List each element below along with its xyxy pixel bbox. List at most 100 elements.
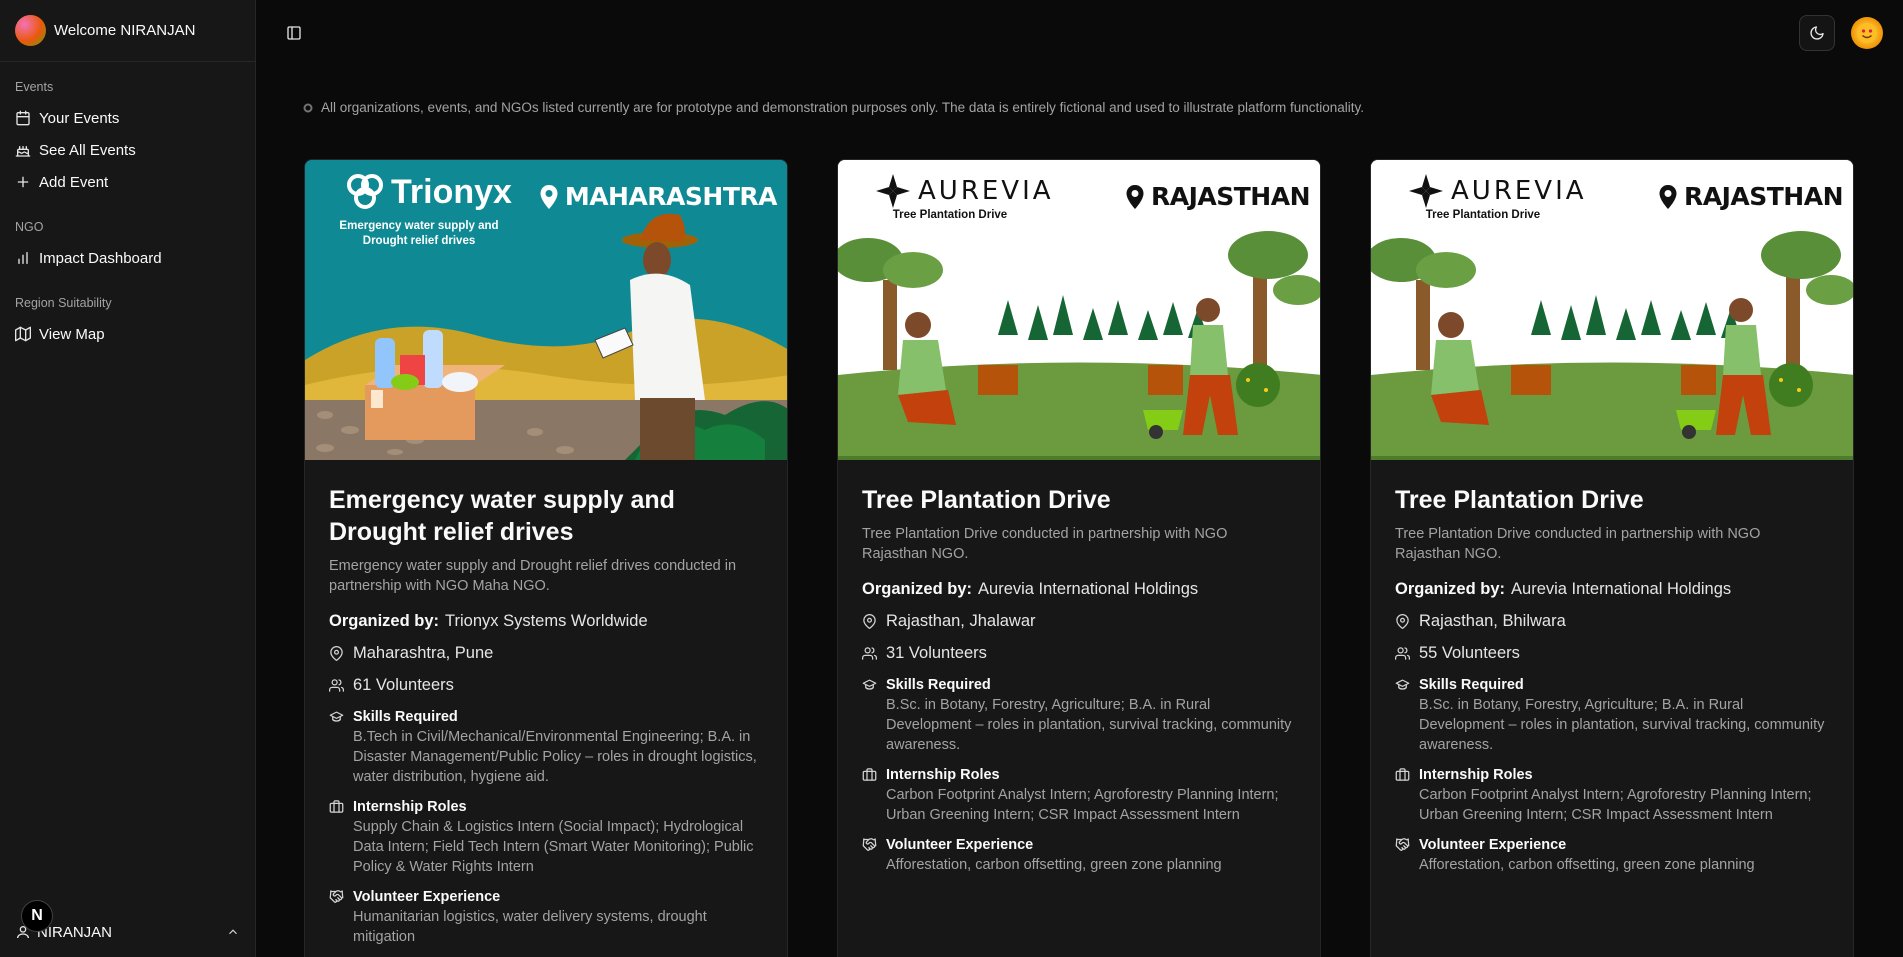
sidebar-group-label: Events bbox=[15, 80, 54, 94]
event-banner-image: AUREVIA Tree Plantation Drive RAJASTHAN bbox=[838, 160, 1320, 460]
main-content: All organizations, events, and NGOs list… bbox=[256, 0, 1903, 957]
sidebar-item-impact-dashboard[interactable]: Impact Dashboard bbox=[15, 242, 240, 274]
sidebar-group-label: NGO bbox=[15, 220, 44, 234]
experience-section: Volunteer Experience Afforestation, carbo… bbox=[862, 835, 1296, 875]
roles-text: Carbon Footprint Analyst Intern; Agrofor… bbox=[886, 787, 1279, 823]
cake-icon bbox=[15, 146, 31, 157]
sidebar-item-see-all-events[interactable]: See All Events bbox=[15, 134, 240, 166]
handshake-icon bbox=[329, 890, 344, 903]
briefcase-icon bbox=[329, 800, 344, 813]
aurevia-logo-icon bbox=[1409, 174, 1443, 208]
event-organizer: Organized by: Aurevia International Holdi… bbox=[862, 580, 1296, 599]
banner-brand-text: AUREVIA bbox=[1451, 176, 1587, 206]
experience-section: Volunteer Experience Afforestation, carbo… bbox=[1395, 835, 1829, 875]
banner-location: MAHARASHTRA bbox=[539, 182, 778, 211]
event-card[interactable]: AUREVIA Tree Plantation Drive RAJASTHAN … bbox=[837, 159, 1321, 957]
roles-section: Internship Roles Carbon Footprint Analyst… bbox=[862, 765, 1296, 825]
map-icon bbox=[15, 326, 31, 342]
avatar[interactable] bbox=[1851, 17, 1883, 49]
map-pin-icon bbox=[863, 614, 876, 629]
banner-location: RAJASTHAN bbox=[1125, 182, 1311, 211]
sidebar-item-your-events[interactable]: Your Events bbox=[15, 102, 240, 134]
event-location: Rajasthan, Bhilwara bbox=[1395, 612, 1829, 631]
users-icon bbox=[329, 679, 344, 692]
experience-text: Afforestation, carbon offsetting, green … bbox=[1419, 857, 1755, 873]
roles-title: Internship Roles bbox=[353, 799, 467, 815]
map-pin-icon bbox=[1659, 184, 1677, 209]
event-description: Tree Plantation Drive conducted in partn… bbox=[862, 526, 1228, 562]
roles-text: Supply Chain & Logistics Intern (Social … bbox=[353, 819, 754, 875]
event-card-body: Emergency water supply and Drought relie… bbox=[305, 460, 787, 947]
event-organizer: Organized by: Trionyx Systems Worldwide bbox=[329, 612, 763, 631]
prototype-notice: All organizations, events, and NGOs list… bbox=[303, 100, 1364, 115]
skills-text: B.Sc. in Botany, Forestry, Agriculture; … bbox=[886, 697, 1292, 753]
theme-toggle-button[interactable] bbox=[1799, 15, 1835, 51]
event-card-body: Tree Plantation Drive Tree Plantation Dr… bbox=[1371, 460, 1853, 875]
banner-subtitle: Tree Plantation Drive bbox=[892, 209, 1008, 221]
plus-icon bbox=[17, 176, 29, 188]
sidebar-item-label: Your Events bbox=[39, 109, 120, 127]
event-title: Tree Plantation Drive bbox=[1395, 486, 1644, 514]
roles-title: Internship Roles bbox=[1419, 767, 1533, 783]
skills-title: Skills Required bbox=[353, 709, 458, 725]
sidebar-item-label: See All Events bbox=[39, 141, 136, 159]
event-volunteers: 31 Volunteers bbox=[862, 644, 1296, 663]
organizer-name: Aurevia International Holdings bbox=[978, 580, 1199, 598]
event-description: Tree Plantation Drive conducted in partn… bbox=[1395, 526, 1761, 562]
sidebar-group-label: Region Suitability bbox=[15, 296, 112, 310]
sidebar-item-view-map[interactable]: View Map bbox=[15, 318, 240, 350]
location-text: Rajasthan, Bhilwara bbox=[1419, 612, 1566, 630]
users-icon bbox=[1395, 647, 1410, 660]
organized-by-label: Organized by: bbox=[862, 580, 973, 598]
event-location: Maharashtra, Pune bbox=[329, 644, 763, 663]
banner-brand-aurevia: AUREVIA bbox=[1407, 172, 1587, 210]
volunteers-text: 31 Volunteers bbox=[886, 644, 987, 662]
roles-section: Internship Roles Carbon Footprint Analyst… bbox=[1395, 765, 1829, 825]
welcome-text: Welcome NIRANJAN bbox=[54, 22, 196, 39]
location-text: Rajasthan, Jhalawar bbox=[886, 612, 1036, 630]
topbar bbox=[256, 0, 1903, 66]
trionyx-logo-icon bbox=[347, 174, 383, 209]
volunteers-text: 61 Volunteers bbox=[353, 676, 454, 694]
dev-tools-badge[interactable]: N bbox=[21, 900, 53, 932]
skills-text: B.Tech in Civil/Mechanical/Environmental… bbox=[353, 729, 757, 785]
banner-state: RAJASTHAN bbox=[1683, 182, 1844, 211]
smiley-face-icon bbox=[1857, 23, 1877, 43]
event-card[interactable]: AUREVIA Tree Plantation Drive RAJASTHAN … bbox=[1370, 159, 1854, 957]
chevron-up-icon bbox=[229, 929, 237, 935]
event-volunteers: 61 Volunteers bbox=[329, 676, 763, 695]
banner-subtitle: Emergency water supply and Drought relie… bbox=[339, 220, 499, 247]
event-title: Tree Plantation Drive bbox=[862, 486, 1111, 514]
skills-text: B.Sc. in Botany, Forestry, Agriculture; … bbox=[1419, 697, 1825, 753]
experience-section: Volunteer Experience Humanitarian logisti… bbox=[329, 887, 763, 947]
banner-brand-aurevia: AUREVIA bbox=[874, 172, 1054, 210]
skills-title: Skills Required bbox=[1419, 677, 1524, 693]
briefcase-icon bbox=[1395, 768, 1410, 781]
event-card[interactable]: Trionyx Emergency water supply and Droug… bbox=[304, 159, 788, 957]
roles-section: Internship Roles Supply Chain & Logistics… bbox=[329, 797, 763, 877]
skills-section: Skills Required B.Sc. in Botany, Forestry… bbox=[1395, 675, 1829, 755]
sidebar-toggle-button[interactable] bbox=[278, 17, 310, 49]
sidebar-group-ngo: NGO Impact Dashboard bbox=[0, 198, 255, 274]
event-title: Emergency water supply and Drought relie… bbox=[329, 486, 675, 546]
graduation-cap-icon bbox=[862, 679, 877, 690]
sidebar-item-add-event[interactable]: Add Event bbox=[15, 166, 240, 198]
sidebar-item-label: Add Event bbox=[39, 173, 109, 191]
experience-text: Afforestation, carbon offsetting, green … bbox=[886, 857, 1222, 873]
skills-section: Skills Required B.Tech in Civil/Mechanica… bbox=[329, 707, 763, 787]
sidebar-header[interactable]: Welcome NIRANJAN bbox=[0, 0, 255, 62]
event-banner-image: Trionyx Emergency water supply and Droug… bbox=[305, 160, 787, 460]
event-location: Rajasthan, Jhalawar bbox=[862, 612, 1296, 631]
sidebar-group-events: Events Your Events See All Events Add Ev… bbox=[0, 62, 255, 198]
event-card-body: Tree Plantation Drive Tree Plantation Dr… bbox=[838, 460, 1320, 875]
event-cards-grid: Trionyx Emergency water supply and Droug… bbox=[304, 159, 1854, 957]
experience-text: Humanitarian logistics, water delivery s… bbox=[353, 909, 707, 945]
location-text: Maharashtra, Pune bbox=[353, 644, 494, 662]
organized-by-label: Organized by: bbox=[329, 612, 440, 630]
banner-brand-text: Trionyx bbox=[391, 172, 512, 211]
experience-title: Volunteer Experience bbox=[886, 837, 1034, 853]
sidebar-group-region: Region Suitability View Map bbox=[0, 274, 255, 350]
app-logo bbox=[15, 15, 46, 46]
notice-text: All organizations, events, and NGOs list… bbox=[321, 100, 1365, 115]
sidebar-item-label: View Map bbox=[39, 325, 105, 343]
